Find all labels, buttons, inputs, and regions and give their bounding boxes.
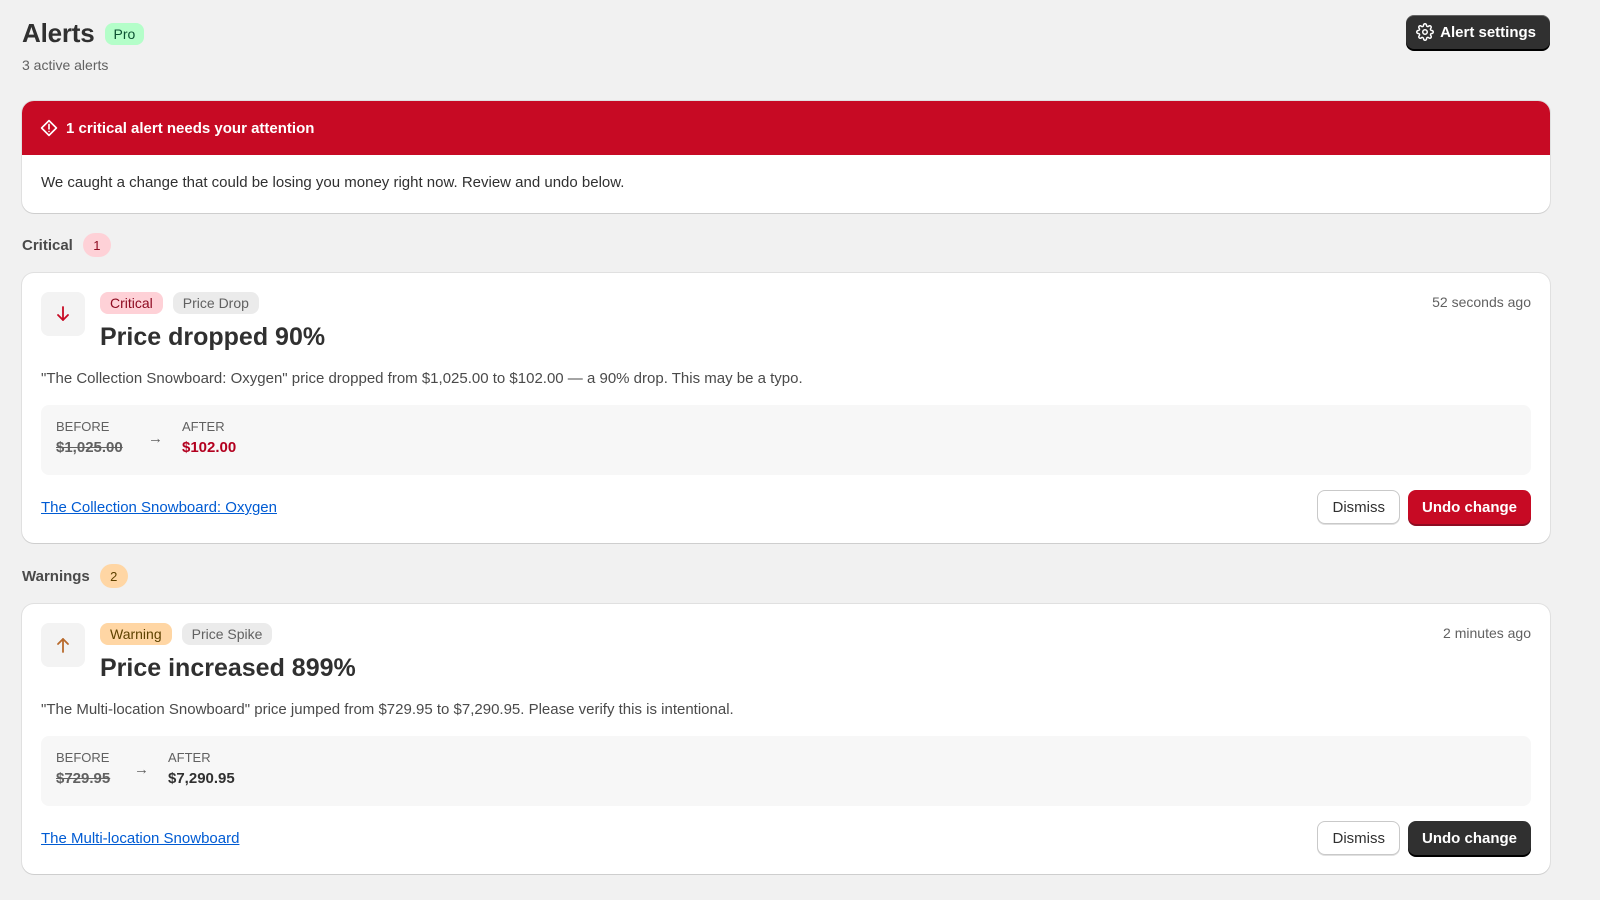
undo-change-button[interactable]: Undo change — [1407, 490, 1531, 524]
arrow-down-icon — [57, 306, 69, 321]
banner-message: We caught a change that could be losing … — [41, 174, 625, 191]
alert-settings-label: Alert settings — [1440, 23, 1536, 41]
alert-diamond-icon — [40, 119, 58, 137]
after-value: $7,290.95 — [168, 770, 235, 787]
before-column: BEFORE $1,025.00 — [56, 419, 123, 456]
price-comparison: BEFORE $1,025.00 → AFTER $102.00 — [41, 405, 1531, 475]
alert-actions: Dismiss Undo change — [1317, 490, 1531, 524]
type-tag: Price Drop — [172, 292, 259, 314]
alert-timestamp: 52 seconds ago — [1432, 294, 1531, 310]
warnings-section-label: Warnings — [22, 567, 90, 585]
warnings-count-badge: 2 — [99, 564, 128, 588]
critical-section-heading: Critical 1 — [22, 233, 111, 257]
alert-description: "The Multi-location Snowboard" price jum… — [41, 701, 734, 718]
product-link[interactable]: The Multi-location Snowboard — [41, 830, 239, 847]
arrow-up-icon — [57, 638, 69, 653]
price-comparison: BEFORE $729.95 → AFTER $7,290.95 — [41, 736, 1531, 806]
after-value: $102.00 — [182, 439, 237, 456]
before-label: BEFORE — [56, 750, 110, 765]
before-label: BEFORE — [56, 419, 110, 434]
after-column: AFTER $7,290.95 — [168, 750, 235, 787]
active-alerts-count: 3 active alerts — [22, 57, 109, 73]
alert-description: "The Collection Snowboard: Oxygen" price… — [41, 370, 803, 387]
title-row: Alerts Pro — [22, 18, 145, 49]
undo-change-button[interactable]: Undo change — [1407, 821, 1531, 855]
before-value: $729.95 — [56, 770, 111, 787]
alert-settings-button[interactable]: Alert settings — [1406, 15, 1550, 49]
after-column: AFTER $102.00 — [182, 419, 236, 456]
warnings-section-heading: Warnings 2 — [22, 564, 128, 588]
dismiss-button[interactable]: Dismiss — [1317, 821, 1400, 855]
alert-title: Price dropped 90% — [100, 323, 326, 351]
severity-tag: Warning — [100, 623, 172, 645]
alert-card-critical: Critical Price Drop Price dropped 90% 52… — [22, 273, 1550, 543]
alert-icon-box — [41, 292, 85, 336]
alert-timestamp: 2 minutes ago — [1443, 625, 1531, 641]
alert-card-warning: Warning Price Spike Price increased 899%… — [22, 604, 1550, 874]
before-column: BEFORE $729.95 — [56, 750, 110, 787]
arrow-right-icon: → — [148, 430, 163, 447]
critical-section-label: Critical — [22, 236, 73, 254]
plan-badge: Pro — [104, 22, 145, 45]
page-title: Alerts — [22, 18, 95, 48]
product-link[interactable]: The Collection Snowboard: Oxygen — [41, 499, 277, 516]
alert-icon-box — [41, 623, 85, 667]
arrow-right-icon: → — [134, 761, 149, 778]
gear-icon — [1416, 23, 1435, 41]
alert-actions: Dismiss Undo change — [1317, 821, 1531, 855]
page-header: Alerts Pro 3 active alerts — [22, 18, 145, 73]
alert-tags: Warning Price Spike — [100, 623, 273, 645]
after-label: AFTER — [182, 419, 225, 434]
banner-title: 1 critical alert needs your attention — [66, 119, 315, 137]
dismiss-button[interactable]: Dismiss — [1317, 490, 1400, 524]
alert-tags: Critical Price Drop — [100, 292, 259, 314]
after-label: AFTER — [168, 750, 211, 765]
banner-header: 1 critical alert needs your attention — [22, 101, 1550, 155]
critical-banner: 1 critical alert needs your attention We… — [22, 101, 1550, 213]
type-tag: Price Spike — [181, 623, 273, 645]
critical-count-badge: 1 — [82, 233, 111, 257]
severity-tag: Critical — [100, 292, 163, 314]
alert-title: Price increased 899% — [100, 654, 356, 682]
before-value: $1,025.00 — [56, 439, 123, 456]
